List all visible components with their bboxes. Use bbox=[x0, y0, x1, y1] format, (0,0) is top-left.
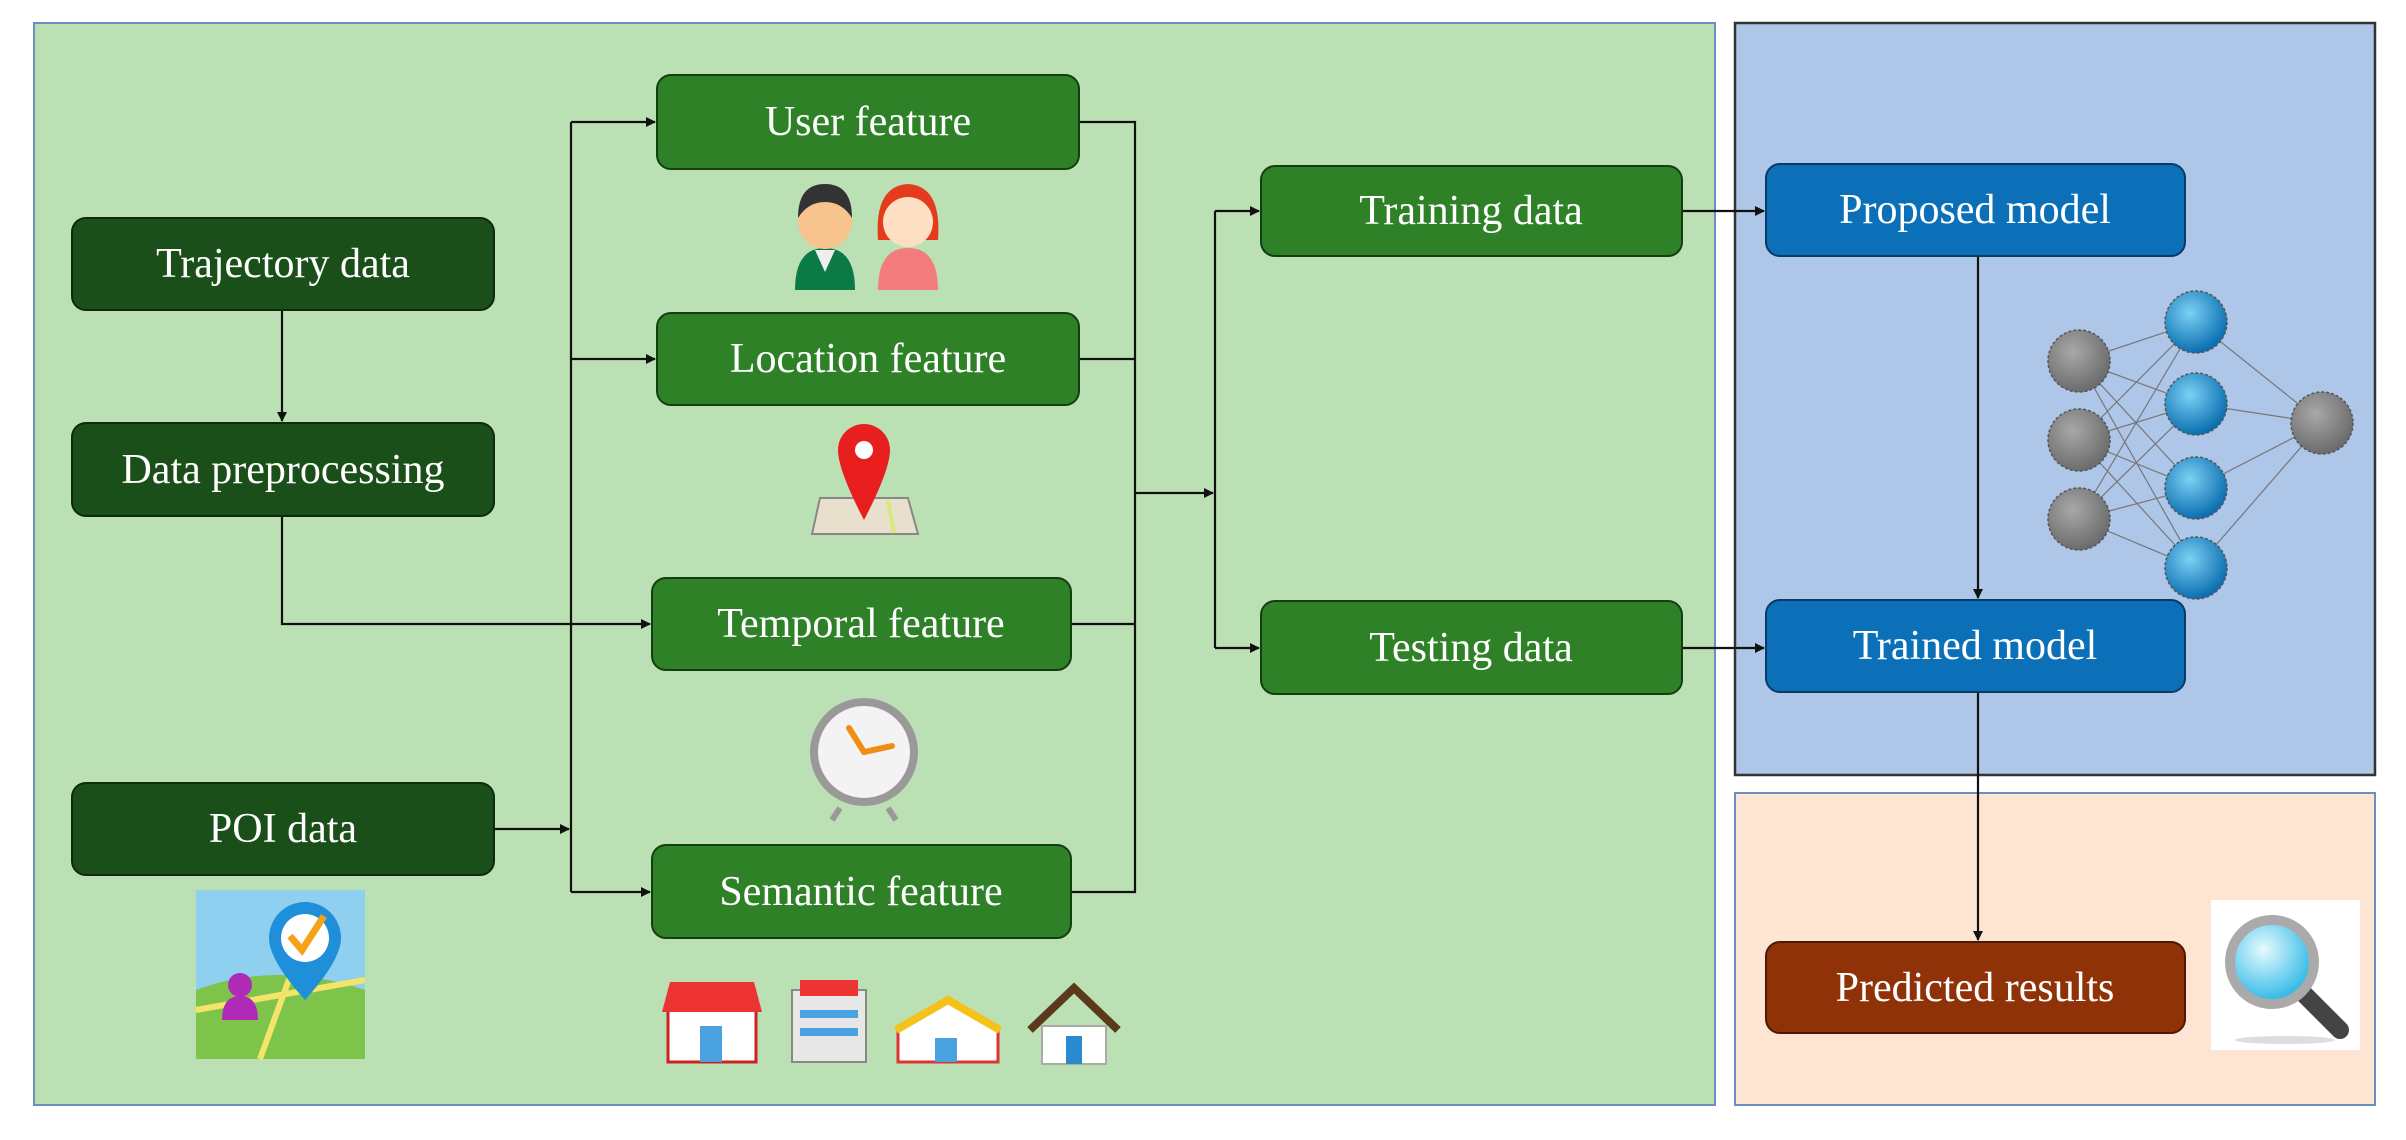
nn-node bbox=[2047, 408, 2111, 472]
testing-data-box: Testing data bbox=[1260, 600, 1683, 695]
nn-node bbox=[2290, 391, 2354, 455]
proposed-model-box: Proposed model bbox=[1765, 163, 2186, 257]
poi-data-box: POI data bbox=[71, 782, 495, 876]
testing-data-label: Testing data bbox=[1369, 625, 1573, 671]
data-preprocessing-label: Data preprocessing bbox=[121, 447, 444, 493]
prediction-framework-diagram: Trajectory data Data preprocessing POI d… bbox=[0, 0, 2406, 1140]
building-icon bbox=[791, 980, 867, 1063]
shop-icon bbox=[662, 982, 762, 1064]
semantic-feature-box: Semantic feature bbox=[651, 844, 1072, 939]
poi-data-label: POI data bbox=[209, 806, 357, 852]
nn-node bbox=[2164, 372, 2228, 436]
trained-model-label: Trained model bbox=[1853, 623, 2098, 669]
poi-check-icon bbox=[195, 890, 366, 1061]
nn-node bbox=[2164, 290, 2228, 354]
nn-node bbox=[2164, 456, 2228, 520]
temporal-feature-box: Temporal feature bbox=[651, 577, 1072, 671]
trajectory-data-label: Trajectory data bbox=[156, 241, 410, 287]
semantic-feature-label: Semantic feature bbox=[719, 869, 1002, 915]
temporal-feature-label: Temporal feature bbox=[717, 601, 1004, 647]
location-feature-label: Location feature bbox=[730, 336, 1006, 382]
user-feature-box: User feature bbox=[656, 74, 1080, 170]
magnifier-icon bbox=[2211, 900, 2360, 1050]
nn-node bbox=[2164, 536, 2228, 600]
trained-model-box: Trained model bbox=[1765, 599, 2186, 693]
nn-node bbox=[2047, 487, 2111, 551]
training-data-label: Training data bbox=[1359, 188, 1583, 234]
user-feature-label: User feature bbox=[765, 99, 971, 145]
location-feature-box: Location feature bbox=[656, 312, 1080, 406]
proposed-model-label: Proposed model bbox=[1839, 187, 2111, 233]
data-preprocessing-box: Data preprocessing bbox=[71, 422, 495, 517]
nn-node bbox=[2047, 329, 2111, 393]
predicted-results-box: Predicted results bbox=[1765, 941, 2186, 1034]
training-data-box: Training data bbox=[1260, 165, 1683, 257]
predicted-results-label: Predicted results bbox=[1836, 965, 2115, 1011]
trajectory-data-box: Trajectory data bbox=[71, 217, 495, 311]
